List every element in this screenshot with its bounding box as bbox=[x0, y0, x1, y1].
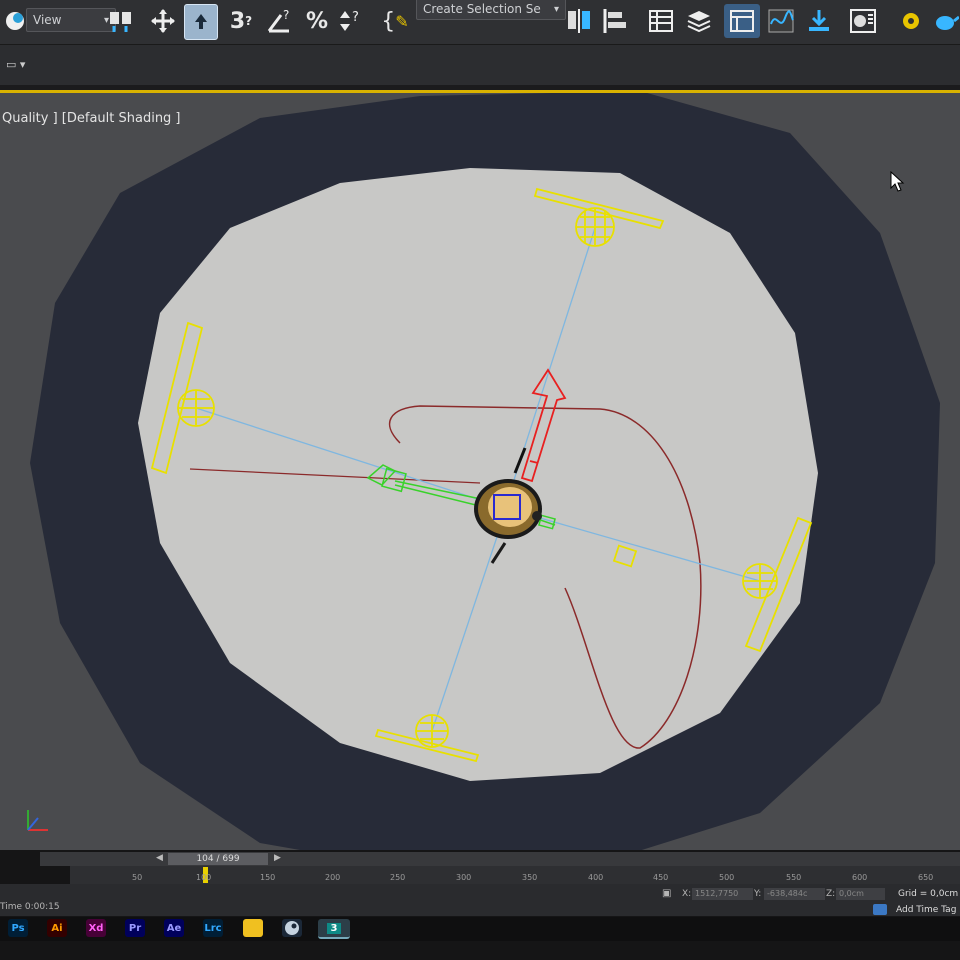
svg-text:?: ? bbox=[352, 10, 359, 25]
selection-set-dropdown[interactable]: Create Selection Se ▾ bbox=[416, 0, 566, 20]
angle-snap-icon[interactable]: ? bbox=[264, 4, 294, 38]
z-coord-field[interactable]: 0,0cm bbox=[836, 888, 885, 900]
tick-label: 400 bbox=[588, 873, 604, 882]
render-icon[interactable] bbox=[896, 4, 926, 38]
viewport[interactable]: Quality ] [Default Shading ] bbox=[0, 90, 960, 853]
viewport-shading-label[interactable]: Quality ] [Default Shading ] bbox=[2, 111, 181, 126]
taskbar-premiere[interactable]: Pr bbox=[125, 919, 145, 937]
y-coord-label: Y: bbox=[754, 889, 762, 899]
taskbar-after-effects[interactable]: Ae bbox=[164, 919, 184, 937]
percent-snap-icon[interactable]: % bbox=[302, 4, 332, 38]
taskbar-illustrator[interactable]: Ai bbox=[47, 919, 67, 937]
time-tag-icon[interactable] bbox=[873, 904, 887, 915]
taskbar-photoshop[interactable]: Ps bbox=[8, 919, 28, 937]
select-object-icon[interactable] bbox=[184, 4, 218, 40]
material-editor-icon[interactable] bbox=[848, 4, 878, 38]
x-coord-label: X: bbox=[682, 889, 692, 899]
mouse-cursor-icon bbox=[890, 171, 905, 192]
select-link-icon[interactable] bbox=[106, 4, 136, 38]
curve-editor-icon[interactable] bbox=[766, 4, 796, 38]
time-readout: Time 0:00:15 bbox=[0, 902, 60, 912]
steam-icon[interactable] bbox=[282, 919, 302, 937]
tick-label: 50 bbox=[132, 873, 143, 882]
ribbon-icon[interactable] bbox=[724, 4, 760, 38]
view-dropdown[interactable]: View ▾ bbox=[26, 8, 116, 32]
layer-explorer-icon[interactable] bbox=[684, 4, 714, 38]
selection-set-label: Create Selection Se bbox=[423, 2, 541, 16]
scene-explorer-icon[interactable] bbox=[646, 4, 676, 38]
tick-label: 450 bbox=[653, 873, 669, 882]
chevron-down-icon: ▾ bbox=[553, 3, 559, 15]
y-coord-field[interactable]: -638,484c bbox=[764, 888, 825, 900]
tick-label: 100 bbox=[196, 873, 212, 882]
move-icon[interactable] bbox=[148, 4, 178, 38]
z-coord-label: Z: bbox=[826, 889, 836, 899]
time-slider[interactable]: 104 / 699 bbox=[168, 853, 268, 865]
x-coord-field[interactable]: 1512,7750 bbox=[692, 888, 753, 900]
3dsmax-taskbar-icon[interactable]: 3 bbox=[318, 919, 350, 939]
tick-label: 150 bbox=[260, 873, 276, 882]
tick-label: 350 bbox=[522, 873, 538, 882]
tick-label: 200 bbox=[325, 873, 341, 882]
axis-tripod-icon bbox=[27, 810, 48, 831]
grid-size: Grid = 0,0cm bbox=[898, 889, 959, 899]
main-toolbar: View ▾ 3? ? % ? {✎ Create Selection Se ▾ bbox=[0, 0, 960, 45]
chevron-down-icon: ▾ bbox=[19, 58, 26, 71]
view-dropdown-label: View bbox=[33, 13, 62, 27]
taskbar-lightroom[interactable]: Lrc bbox=[203, 919, 223, 937]
taskbar-xd[interactable]: Xd bbox=[86, 919, 106, 937]
tick-label: 600 bbox=[852, 873, 868, 882]
tick-label: 300 bbox=[456, 873, 472, 882]
add-time-tag-button[interactable]: Add Time Tag bbox=[896, 905, 956, 915]
spinner-snap-icon[interactable]: ? bbox=[336, 4, 366, 38]
tick-label: 650 bbox=[918, 873, 934, 882]
tick-label: 250 bbox=[390, 873, 406, 882]
secondary-toolbar: ▭ ▾ bbox=[0, 45, 960, 85]
next-frame-icon[interactable]: ▶ bbox=[274, 853, 281, 863]
snap-3d-icon[interactable]: 3? bbox=[226, 4, 256, 38]
tick-label: 550 bbox=[786, 873, 802, 882]
folder-icon[interactable] bbox=[243, 919, 263, 937]
svg-text:?: ? bbox=[283, 8, 289, 22]
teapot-icon[interactable] bbox=[930, 4, 960, 38]
camera-icon: ▭ bbox=[6, 58, 17, 71]
align-icon[interactable] bbox=[600, 4, 630, 38]
viewport-scene bbox=[30, 93, 940, 853]
render-setup-icon[interactable] bbox=[804, 4, 834, 38]
named-selection-icon[interactable]: {✎ bbox=[380, 4, 410, 38]
selection-lock-icon[interactable]: ▣ bbox=[662, 888, 671, 899]
tick-label: 500 bbox=[719, 873, 735, 882]
prev-frame-icon[interactable]: ◀ bbox=[156, 853, 163, 863]
mirror-icon[interactable] bbox=[564, 4, 594, 38]
camera-dropdown[interactable]: ▭ ▾ bbox=[6, 58, 25, 71]
